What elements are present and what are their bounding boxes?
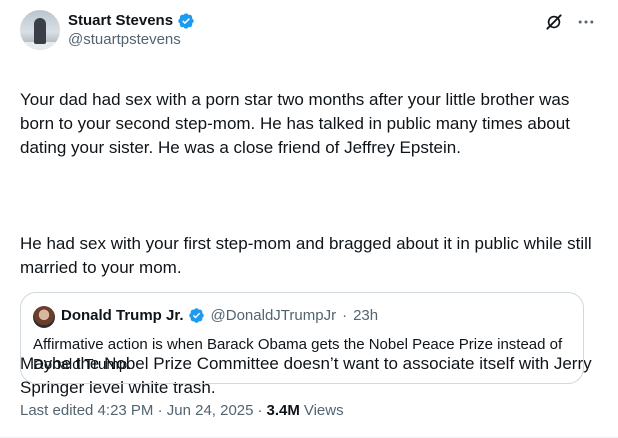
views-label: Views [303, 402, 344, 419]
quote-text: Affirmative action is when Barack Obama … [33, 336, 563, 373]
quote-separator: · [342, 307, 348, 324]
meta-separator: · [257, 402, 263, 419]
quote-author-row: Donald Trump Jr. @DonaldJTrumpJr · 23h [61, 307, 378, 324]
author-name-row: Stuart Stevens [68, 11, 195, 31]
tweet-actions [542, 10, 598, 34]
verified-badge-icon [188, 308, 204, 323]
more-dots-glyph [578, 20, 594, 24]
author-handle[interactable]: @stuartpstevens [68, 31, 181, 48]
verified-badge-icon [178, 13, 194, 29]
grok-glyph [546, 14, 562, 30]
grok-icon[interactable] [542, 10, 566, 34]
quoted-tweet[interactable]: Donald Trump Jr. @DonaldJTrumpJr · 23h A… [20, 292, 584, 384]
tweet-paragraph-1: Your dad had sex with a porn star two mo… [20, 90, 570, 157]
more-options-icon[interactable] [574, 10, 598, 34]
tweet-paragraph-2: He had sex with your first step-mom and … [20, 234, 592, 277]
author-avatar[interactable] [20, 10, 60, 50]
author-display-name[interactable]: Stuart Stevens [68, 11, 173, 31]
quote-author-handle: @DonaldJTrumpJr [210, 307, 337, 324]
quote-timestamp: 23h [353, 307, 379, 324]
edited-timestamp[interactable]: Last edited 4:23 PM · Jun 24, 2025 [20, 402, 254, 419]
tweet-meta: Last edited 4:23 PM · Jun 24, 2025 · 3.4… [20, 402, 344, 419]
tweet-header: Stuart Stevens @stuartpstevens [20, 8, 598, 52]
quote-author-name: Donald Trump Jr. [61, 307, 184, 324]
views-count: 3.4M [266, 402, 300, 419]
quote-author-avatar [33, 306, 55, 328]
